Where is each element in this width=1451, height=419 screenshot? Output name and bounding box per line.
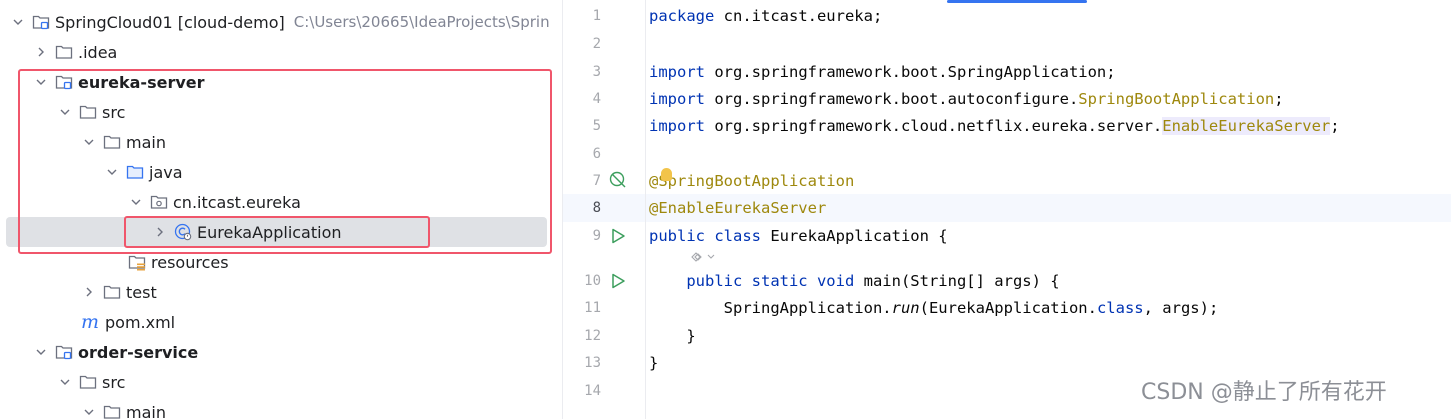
intention-bulb-icon[interactable] [661,168,672,181]
tree-item-order-service[interactable]: order-service [0,337,562,367]
line-number: 7 [592,173,601,189]
code-line-3: import org.springframework.boot.SpringAp… [649,63,1116,81]
tree-item-project-root[interactable]: SpringCloud01 [cloud-demo] C:\Users\2066… [0,7,562,37]
tree-item-main[interactable]: main [0,397,562,419]
code-line-1: package cn.itcast.eureka; [649,7,883,25]
code-editor[interactable]: 1 2 3 4 5 6 7 8 9 10 11 12 13 14 package… [562,0,1451,419]
line-number: 2 [592,36,601,52]
tree-item-idea[interactable]: .idea [0,37,562,67]
run-icon[interactable] [609,272,627,290]
chevron-down-icon[interactable] [33,344,49,360]
line-number: 13 [584,355,601,371]
chevron-down-icon[interactable] [81,404,97,419]
line-number: 4 [592,91,601,107]
chevron-right-icon[interactable] [33,44,49,60]
chevron-right-icon[interactable] [81,284,97,300]
gutter-separator [645,0,646,419]
tree-item-pom-xml[interactable]: m pom.xml [0,307,562,337]
folder-icon [79,373,97,391]
module-folder-icon [55,343,73,361]
tree-item-src[interactable]: src [0,367,562,397]
tree-item-test[interactable]: test [0,277,562,307]
project-path: C:\Users\20665\IdeaProjects\Sprin [293,13,550,31]
tree-item-label: order-service [78,342,199,362]
folder-icon [55,43,73,61]
resources-folder-icon [128,253,146,271]
code-line-12: } [649,327,696,345]
chevron-down-icon[interactable] [57,374,73,390]
watermark: CSDN @静止了所有花开 [1141,380,1387,405]
line-number: 14 [584,383,601,399]
tree-item-label: main [126,402,166,419]
run-icon[interactable] [609,227,627,245]
chevron-down-icon[interactable] [10,14,26,30]
line-number: 1 [592,8,601,24]
line-number: 9 [592,228,601,244]
project-tree: SpringCloud01 [cloud-demo] C:\Users\2066… [0,0,562,419]
folder-icon [103,283,121,301]
line-number: 12 [584,328,601,344]
ai-inlay-icon[interactable] [689,249,719,263]
tree-item-label: pom.xml [105,312,176,332]
code-line-5: import org.springframework.cloud.netflix… [649,117,1340,135]
line-number: 3 [592,64,601,80]
bean-no-autowire-icon[interactable] [609,171,627,189]
editor-tab-indicator [947,0,1087,3]
tree-item-label: src [102,372,126,392]
tree-item-label: .idea [78,42,118,62]
folder-icon [103,403,121,419]
maven-icon: m [80,311,100,333]
module-folder-icon [32,13,50,31]
code-line-10: public static void main(String[] args) { [686,272,1060,290]
code-line-4: import org.springframework.boot.autoconf… [649,90,1284,108]
line-number: 11 [584,300,601,316]
code-line-13: } [649,354,659,372]
code-line-7: @SpringBootApplication [649,172,855,190]
line-number: 5 [592,118,601,134]
tree-item-label: SpringCloud01 [cloud-demo] [55,12,285,32]
line-number: 6 [592,146,601,162]
line-number: 8 [592,200,601,216]
code-line-9: public class EurekaApplication { [649,227,948,245]
line-number: 10 [584,273,601,289]
code-line-8: @EnableEurekaServer [649,199,827,217]
annotation-box-class [124,216,430,248]
tree-item-label: resources [151,252,229,272]
tree-item-label: test [126,282,157,302]
code-line-11: SpringApplication.run(EurekaApplication.… [649,299,1219,317]
